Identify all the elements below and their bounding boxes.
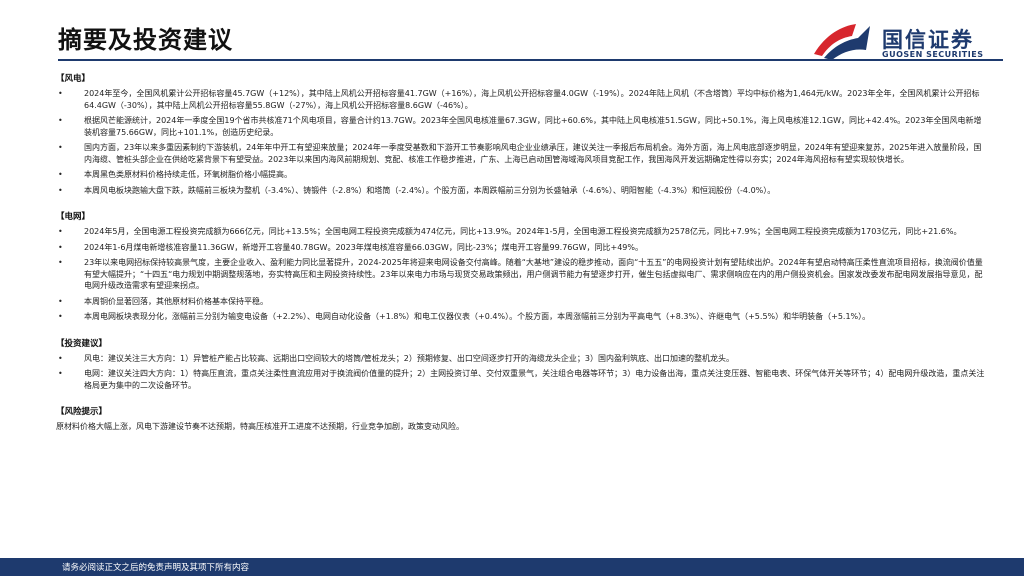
list-item: • 本周铜价显著回落，其他原材料价格基本保持平稳。 xyxy=(58,296,268,306)
list-item: • 本周黑色类原材料价格持续走低，环氧树脂价格小幅提高。 xyxy=(58,170,292,179)
summary-content: 【风电】 • 2024年至今，全国风机累计公开招标容量45.7GW（+12%），其… xyxy=(56,70,986,447)
bullet-icon: • xyxy=(58,369,63,378)
advice-bullet-list: • 风电：建议关注三大方向：1）异管桩产能占比较高、远期出口空间较大的塔筒/管桩龙… xyxy=(56,353,986,392)
page-header: 摘要及投资建议 国信证券 GUOSEN SECURITIES xyxy=(0,0,1024,68)
page-title: 摘要及投资建议 xyxy=(58,26,233,54)
list-item: • 电网：建议关注四大方向：1）特高压直流，重点关注柔性直流应用对于换流阀价值量的… xyxy=(58,369,985,390)
footer-bar: 请务必阅读正文之后的免责声明及其项下所有内容 xyxy=(0,558,1024,576)
bullet-icon: • xyxy=(58,312,63,321)
grid-bullet-list: • 2024年5月，全国电源工程投资完成额为666亿元，同比+13.5%；全国电网… xyxy=(56,226,986,323)
list-item: • 根据风芒能源统计，2024年一季度全国19个省市共核准71个风电项目，容量合计… xyxy=(58,116,982,137)
bullet-icon: • xyxy=(58,185,63,195)
wind-bullet-list: • 2024年至今，全国风机累计公开招标容量45.7GW（+12%），其中陆上风机… xyxy=(56,88,986,196)
bullet-icon: • xyxy=(58,258,63,267)
guosen-logo-mark-icon xyxy=(814,24,870,60)
section-grid: 【电网】 • 2024年5月，全国电源工程投资完成额为666亿元，同比+13.5%… xyxy=(56,210,986,323)
list-item: • 2024年5月，全国电源工程投资完成额为666亿元，同比+13.5%；全国电网… xyxy=(58,227,962,236)
bullet-icon: • xyxy=(58,170,63,179)
bullet-icon: • xyxy=(58,116,63,125)
section-title-risk: 【风险提示】 xyxy=(56,407,108,417)
list-item: • 本周电网板块表现分化，涨幅前三分别为输变电设备（+2.2%）、电网自动化设备（… xyxy=(58,312,871,321)
footer-disclaimer: 请务必阅读正文之后的免责声明及其项下所有内容 xyxy=(62,563,250,573)
list-item: • 23年以来电网招标保持较高景气度，主要企业收入、盈利能力同比显著提升，2024… xyxy=(58,258,983,290)
bullet-icon: • xyxy=(58,143,63,152)
section-title-grid: 【电网】 xyxy=(56,212,91,222)
bullet-icon: • xyxy=(58,89,63,98)
section-advice: 【投资建议】 • 风电：建议关注三大方向：1）异管桩产能占比较高、远期出口空间较大… xyxy=(56,337,986,392)
logo-text-en: GUOSEN SECURITIES xyxy=(882,50,984,59)
guosen-logo: 国信证券 GUOSEN SECURITIES xyxy=(812,20,1012,64)
bullet-icon: • xyxy=(58,242,63,252)
section-risk: 【风险提示】 原材料价格大幅上涨，风电下游建设节奏不达预期，特高压核准开工进度不… xyxy=(56,405,986,433)
risk-text: 原材料价格大幅上涨，风电下游建设节奏不达预期，特高压核准开工进度不达预期，行业竞… xyxy=(56,422,464,431)
bullet-icon: • xyxy=(58,296,63,306)
bullet-icon: • xyxy=(58,227,63,236)
section-wind: 【风电】 • 2024年至今，全国风机累计公开招标容量45.7GW（+12%），其… xyxy=(56,72,986,196)
section-title-wind: 【风电】 xyxy=(56,74,91,84)
list-item: • 2024年至今，全国风机累计公开招标容量45.7GW（+12%），其中陆上风机… xyxy=(58,89,980,110)
section-title-advice: 【投资建议】 xyxy=(56,338,108,349)
list-item: • 本周风电板块跑输大盘下跌，跌幅前三板块为整机（-3.4%）、铸锻件（-2.8%… xyxy=(58,185,776,195)
bullet-icon: • xyxy=(58,353,63,363)
list-item: • 2024年1-6月煤电新增核准容量11.36GW，新增开工容量40.78GW。… xyxy=(58,242,643,252)
list-item: • 风电：建议关注三大方向：1）异管桩产能占比较高、远期出口空间较大的塔筒/管桩龙… xyxy=(58,353,734,363)
list-item: • 国内方面，23年以来多重因素制约下游装机，24年年中开工有望迎来放量；2024… xyxy=(58,143,982,164)
